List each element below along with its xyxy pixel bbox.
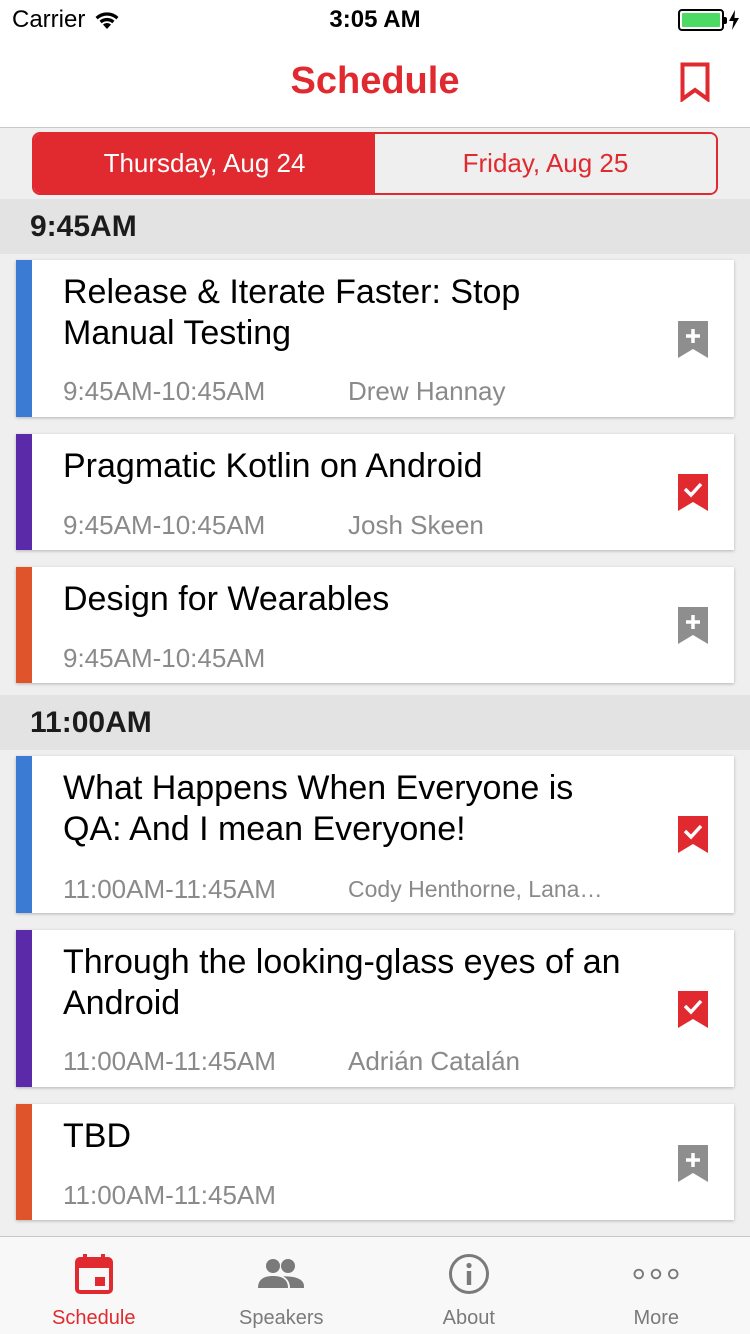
status-bar: Carrier 3:05 AM [0,0,750,40]
battery-icon [678,9,727,31]
bookmark-add-icon[interactable] [678,607,708,644]
bookmark-add-icon[interactable] [678,1145,708,1182]
status-time: 3:05 AM [329,6,421,33]
session-time: 9:45AM-10:45AM [63,376,266,406]
session-card[interactable]: TBD 11:00AM-11:45AM [16,1104,734,1220]
track-color-bar [16,930,32,1087]
track-color-bar [16,260,32,417]
tab-label: Speakers [239,1307,324,1329]
session-speaker: Cody Henthorne, Lana… [348,876,603,902]
session-time: 11:00AM-11:45AM [63,1046,276,1076]
track-color-bar [16,434,32,550]
bookmark-checked-icon[interactable] [678,474,708,511]
session-title: Release & Iterate Faster: Stop Manual Te… [63,273,521,352]
session-card[interactable]: Release & Iterate Faster: Stop Manual Te… [16,260,734,417]
session-title: TBD [63,1117,131,1155]
session-speaker: Adrián Catalán [348,1046,520,1076]
bookmark-outline-icon[interactable] [680,62,710,102]
session-speaker: Josh Skeen [348,510,484,540]
more-icon [633,1268,679,1280]
session-time: 11:00AM-11:45AM [63,874,276,904]
session-card[interactable]: Through the looking-glass eyes of an And… [16,930,734,1087]
session-time: 9:45AM-10:45AM [63,643,266,673]
battery-indicator [678,9,740,31]
session-title: What Happens When Everyone is QA: And I … [63,769,574,848]
session-title: Design for Wearables [63,580,390,618]
tab-about[interactable]: About [375,1237,563,1334]
tab-label: Schedule [52,1307,136,1329]
people-icon [258,1259,305,1288]
tab-more[interactable]: More [563,1237,750,1334]
day-segmented-control: Thursday, Aug 24 Friday, Aug 25 [32,132,718,195]
session-card[interactable]: Design for Wearables 9:45AM-10:45AM [16,567,734,683]
navigation-bar: Schedule [0,40,750,128]
page-title: Schedule [290,60,460,102]
tab-schedule[interactable]: Schedule [0,1237,188,1334]
session-time: 9:45AM-10:45AM [63,510,266,540]
session-time: 11:00AM-11:45AM [63,1180,276,1210]
session-card[interactable]: What Happens When Everyone is QA: And I … [16,756,734,913]
track-color-bar [16,1104,32,1220]
session-card[interactable]: Pragmatic Kotlin on Android 9:45AM-10:45… [16,434,734,550]
time-slot-header: 9:45AM [0,199,750,254]
session-speaker: Drew Hannay [348,376,506,406]
tab-bar: Schedule Speakers About More [0,1236,750,1334]
tab-thursday[interactable]: Thursday, Aug 24 [34,134,375,193]
tab-label: More [633,1307,680,1329]
bookmark-checked-icon[interactable] [678,991,708,1028]
day-selector: Thursday, Aug 24 Friday, Aug 25 [0,129,750,198]
session-title: Pragmatic Kotlin on Android [63,447,483,485]
tab-speakers[interactable]: Speakers [188,1237,376,1334]
info-icon [448,1254,489,1294]
bookmark-checked-icon[interactable] [678,816,708,853]
bookmark-add-icon[interactable] [678,321,708,358]
charging-bolt-icon [729,10,739,30]
track-color-bar [16,567,32,683]
tab-label: About [442,1307,495,1329]
session-title: Through the looking-glass eyes of an And… [63,943,621,1022]
tab-friday[interactable]: Friday, Aug 25 [375,134,716,193]
track-color-bar [16,756,32,913]
calendar-icon [74,1254,113,1294]
time-slot-header: 11:00AM [0,695,750,750]
